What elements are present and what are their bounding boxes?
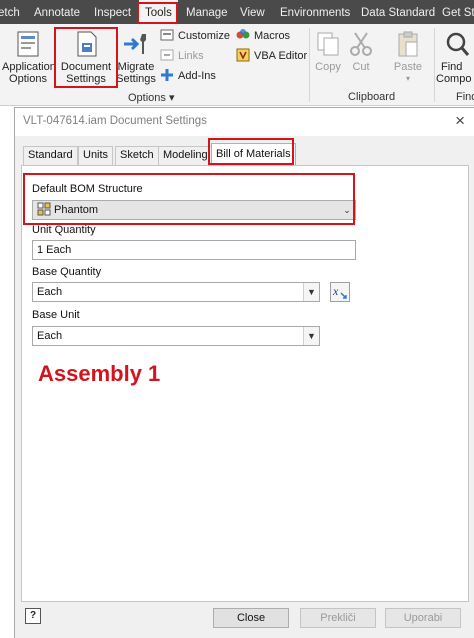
paste-button[interactable]: Paste ▾: [390, 30, 426, 85]
links-label: Links: [178, 50, 204, 62]
base-quantity-label: Base Quantity: [32, 266, 102, 278]
customize-label: Customize: [178, 30, 230, 42]
application-options-button[interactable]: Application Options: [2, 30, 56, 85]
macros-button[interactable]: Macros: [236, 27, 290, 45]
bom-tab-highlight: [208, 138, 294, 165]
vba-editor-icon: [236, 48, 250, 62]
tab-sketch[interactable]: etch: [0, 0, 20, 24]
tab-data-standard[interactable]: Data Standard: [361, 0, 435, 24]
base-unit-label: Base Unit: [32, 309, 80, 321]
tab-sketch[interactable]: Sketch: [115, 146, 159, 165]
document-settings-dialog: VLT-047614.iam Document Settings × Stand…: [14, 107, 474, 638]
group-separator: [434, 28, 435, 102]
paste-dropdown-icon[interactable]: ▾: [390, 73, 426, 85]
copy-label: Copy: [315, 61, 341, 73]
group-separator: [309, 28, 310, 102]
base-quantity-value: Each: [37, 286, 63, 298]
vba-editor-button[interactable]: VBA Editor: [236, 47, 307, 65]
tab-get-started[interactable]: Get St: [442, 0, 474, 24]
options-group-label[interactable]: Options ▾: [128, 91, 175, 104]
cancel-button[interactable]: Prekliči: [300, 608, 376, 628]
macros-label: Macros: [254, 30, 291, 42]
base-unit-select[interactable]: Each ▼: [32, 326, 320, 346]
close-button[interactable]: Close: [213, 608, 289, 628]
bom-tab-panel: Default BOM Structure Phantom ⌄ Unit Qua…: [21, 165, 469, 602]
copy-icon: [317, 32, 339, 56]
migrate-settings-button[interactable]: Migrate Settings: [116, 30, 156, 85]
tab-manage[interactable]: Manage: [186, 0, 228, 24]
links-icon: [160, 49, 174, 61]
bom-structure-highlight: [23, 173, 355, 225]
paste-label: Paste: [393, 61, 423, 73]
tools-tab-highlight: [137, 2, 178, 24]
parameter-function-button[interactable]: x: [330, 282, 350, 302]
customize-button[interactable]: Customize: [160, 27, 230, 45]
add-ins-icon: [161, 69, 173, 81]
dropdown-arrow-icon[interactable]: ▼: [303, 283, 319, 301]
unit-quantity-field[interactable]: 1 Each: [32, 240, 356, 260]
macros-icon: [236, 29, 250, 39]
document-settings-highlight: [54, 27, 118, 88]
dialog-title-bar: VLT-047614.iam Document Settings ×: [15, 108, 474, 136]
dialog-title: VLT-047614.iam Document Settings: [23, 115, 207, 127]
unit-quantity-label: Unit Quantity: [32, 224, 96, 236]
tab-annotate[interactable]: Annotate: [34, 0, 80, 24]
tab-units[interactable]: Units: [78, 146, 114, 165]
migrate-settings-label: Migrate Settings: [116, 61, 156, 85]
help-icon[interactable]: ?: [25, 608, 41, 624]
customize-icon: [160, 29, 174, 41]
tab-standard[interactable]: Standard: [23, 146, 78, 165]
copy-button[interactable]: Copy: [312, 30, 344, 73]
magnifier-icon: [446, 32, 470, 56]
application-options-label: Application Options: [2, 61, 56, 85]
links-button[interactable]: Links: [160, 47, 204, 65]
base-unit-value: Each: [37, 330, 63, 342]
migrate-settings-icon: [124, 34, 146, 54]
base-quantity-select[interactable]: Each ▼: [32, 282, 320, 302]
paste-icon: [398, 31, 418, 57]
tab-view[interactable]: View: [240, 0, 265, 24]
application-options-icon: [17, 31, 39, 57]
assembly-annotation: Assembly 1: [38, 361, 161, 386]
cut-button[interactable]: Cut: [346, 30, 376, 73]
clipboard-group-label: Clipboard: [348, 91, 396, 103]
find-group-label: Find: [456, 91, 474, 103]
ribbon-tab-bar: etch Annotate Inspect Tools Manage View …: [0, 0, 474, 24]
tab-modeling[interactable]: Modeling: [158, 146, 213, 165]
cut-label: Cut: [352, 61, 370, 73]
fx-parameter-icon: x: [332, 284, 347, 299]
add-ins-button[interactable]: Add-Ins: [160, 67, 216, 85]
svg-text:x: x: [332, 284, 339, 298]
vba-editor-label: VBA Editor: [254, 50, 308, 62]
add-ins-label: Add-Ins: [178, 70, 216, 82]
find-components-label: Find Compo: [436, 61, 472, 85]
find-components-button[interactable]: Find Compo: [436, 30, 474, 85]
dropdown-arrow-icon[interactable]: ▼: [303, 327, 319, 345]
apply-button[interactable]: Uporabi: [385, 608, 461, 628]
scissors-icon: [350, 32, 372, 56]
tab-inspect[interactable]: Inspect: [94, 0, 131, 24]
close-icon[interactable]: ×: [455, 111, 465, 131]
tab-environments[interactable]: Environments: [280, 0, 350, 24]
